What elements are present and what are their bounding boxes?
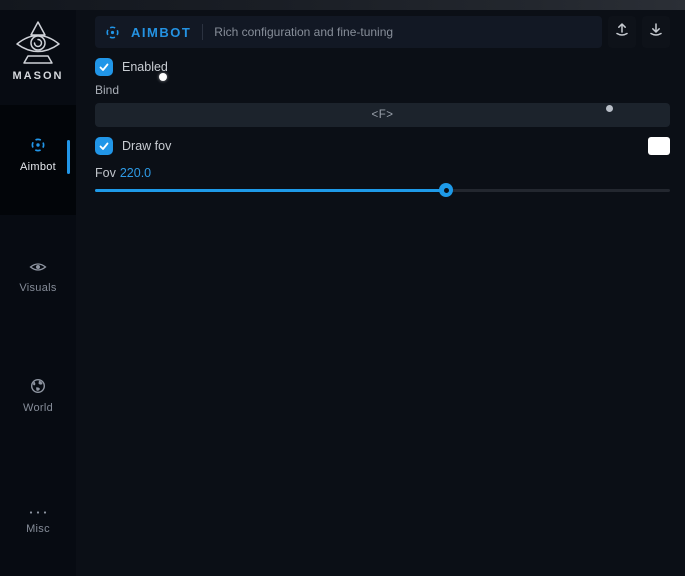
sidebar: MASON Aimbot Visuals World: [0, 10, 76, 576]
upload-icon: [614, 22, 630, 42]
sidebar-item-visuals[interactable]: Visuals: [0, 260, 76, 294]
fov-slider[interactable]: [95, 182, 670, 198]
page-subtitle: Rich configuration and fine-tuning: [214, 25, 393, 39]
bind-label: Bind: [95, 83, 119, 97]
check-icon: [98, 61, 110, 73]
cursor-dot: [159, 73, 167, 81]
check-icon: [98, 140, 110, 152]
fov-slider-fill: [95, 189, 446, 192]
page-header: AIMBOT Rich configuration and fine-tunin…: [95, 16, 670, 48]
draw-fov-label: Draw fov: [122, 139, 171, 153]
bind-input[interactable]: <F>: [95, 103, 670, 127]
main-content: AIMBOT Rich configuration and fine-tunin…: [76, 10, 685, 576]
enabled-label: Enabled: [122, 60, 168, 74]
eye-pyramid-icon: [0, 20, 76, 68]
cursor-dot: [606, 105, 613, 112]
fov-value: 220.0: [120, 166, 151, 180]
sidebar-item-misc[interactable]: Misc: [0, 502, 76, 535]
draw-fov-row: Draw fov: [95, 137, 670, 155]
brand-logo: MASON: [0, 20, 76, 82]
sidebar-item-aimbot[interactable]: Aimbot: [0, 137, 76, 173]
header-divider: [202, 24, 203, 40]
crosshair-icon: [30, 137, 46, 153]
header-bar: AIMBOT Rich configuration and fine-tunin…: [95, 16, 602, 48]
brand-name: MASON: [0, 70, 76, 82]
fov-color-swatch[interactable]: [648, 137, 670, 155]
fov-label: Fov: [95, 166, 116, 180]
page-title: AIMBOT: [131, 25, 191, 40]
globe-icon: [30, 378, 46, 394]
fov-slider-thumb[interactable]: [439, 183, 453, 197]
export-config-button[interactable]: [608, 16, 636, 48]
download-icon: [648, 22, 664, 42]
sidebar-item-label: Aimbot: [0, 161, 76, 173]
sidebar-item-label: World: [0, 402, 76, 414]
bind-value: <F>: [372, 109, 394, 121]
draw-fov-checkbox[interactable]: [95, 137, 113, 155]
eye-icon: [29, 260, 47, 276]
sidebar-item-label: Misc: [0, 523, 76, 535]
window-top-strip: [0, 0, 685, 10]
ellipsis-icon: [29, 502, 47, 510]
enabled-checkbox[interactable]: [95, 58, 113, 76]
import-config-button[interactable]: [642, 16, 670, 48]
sidebar-item-world[interactable]: World: [0, 378, 76, 414]
sidebar-item-label: Visuals: [0, 282, 76, 294]
enabled-row: Enabled: [95, 58, 168, 76]
fov-label-row: Fov 220.0: [95, 166, 151, 180]
crosshair-icon: [105, 25, 120, 40]
